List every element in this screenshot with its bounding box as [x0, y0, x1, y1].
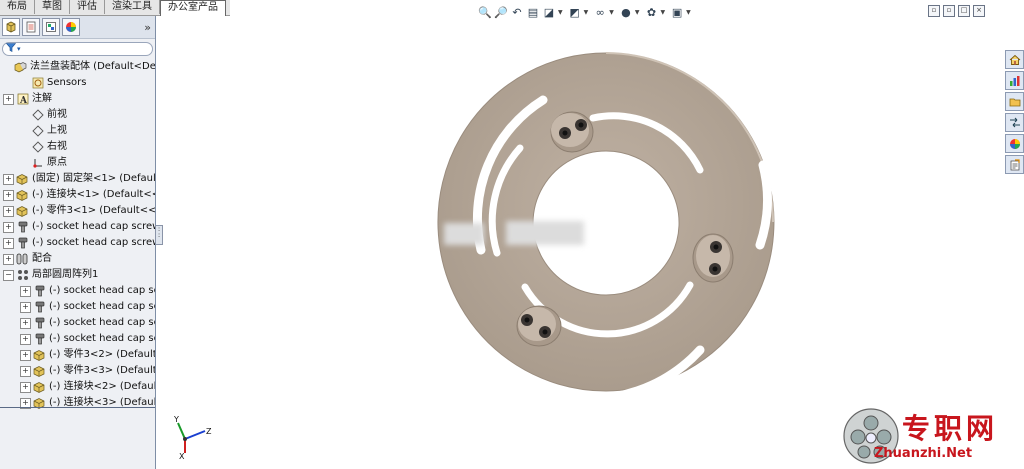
- clamp-block-right[interactable]: [692, 233, 734, 283]
- watermark-url: Zhuanzhi.Net: [874, 446, 973, 461]
- clamp-block-top[interactable]: [550, 111, 594, 153]
- triad-z-label: Z: [206, 427, 212, 436]
- blurred-region: [506, 221, 584, 245]
- blurred-region: [444, 223, 484, 245]
- clamp-block-bottom[interactable]: [516, 305, 562, 347]
- flange-plate[interactable]: [437, 52, 775, 392]
- triad-x-label: X: [179, 452, 185, 461]
- watermark-title: 专职网: [902, 412, 999, 445]
- watermark: 专职网 Zhuanzhi.Net: [842, 405, 1024, 469]
- reference-triad: X Y Z: [173, 415, 213, 465]
- triad-y-label: Y: [174, 415, 179, 424]
